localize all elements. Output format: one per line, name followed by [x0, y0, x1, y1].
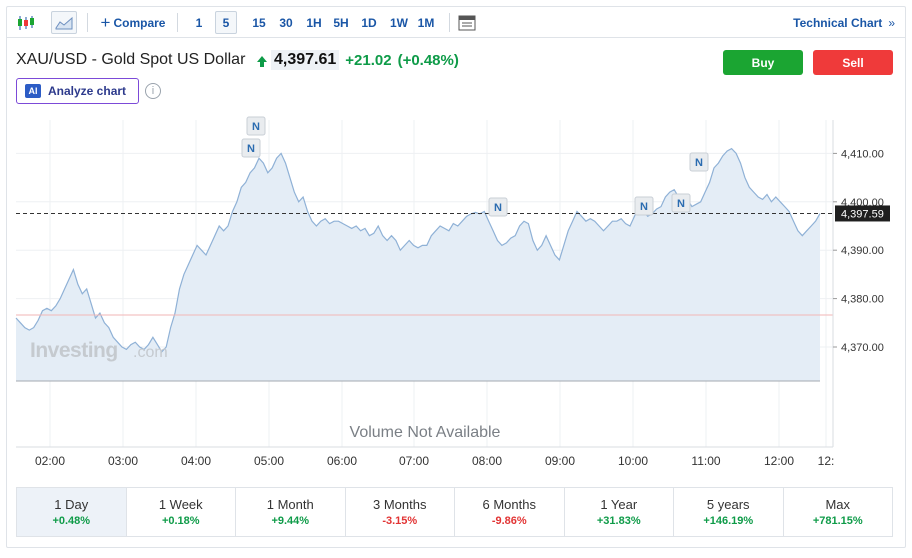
range-6-months[interactable]: 6 Months -9.86% [455, 488, 565, 536]
range-change: +0.18% [161, 515, 200, 527]
range-label: 1 Month [266, 497, 314, 512]
x-tick-label: 04:00 [181, 454, 211, 468]
range-label: 1 Day [54, 497, 89, 512]
range-label: 3 Months [373, 497, 427, 512]
price-chart[interactable]: 4,410.004,400.004,390.004,380.004,370.00… [0, 0, 912, 486]
range-max[interactable]: Max +781.15% [784, 488, 893, 536]
y-tick-label: 4,370.00 [841, 342, 884, 354]
current-price-label: 4,397.59 [841, 208, 884, 220]
range-5-years[interactable]: 5 years +146.19% [674, 488, 784, 536]
range-label: 1 Week [158, 497, 203, 512]
range-1-day[interactable]: 1 Day +0.48% [17, 488, 127, 536]
range-change: -9.86% [491, 515, 527, 527]
range-1-year[interactable]: 1 Year +31.83% [565, 488, 674, 536]
range-label: 6 Months [482, 497, 536, 512]
range-change: +9.44% [271, 515, 310, 527]
x-tick-label: 08:00 [472, 454, 502, 468]
x-tick-label: 09:00 [545, 454, 575, 468]
news-marker-label: N [252, 121, 260, 133]
y-tick-label: 4,390.00 [841, 245, 884, 257]
range-1-week[interactable]: 1 Week +0.18% [127, 488, 236, 536]
range-1-month[interactable]: 1 Month +9.44% [236, 488, 346, 536]
range-3-months[interactable]: 3 Months -3.15% [346, 488, 455, 536]
y-tick-label: 4,410.00 [841, 148, 884, 160]
x-tick-label: 05:00 [254, 454, 284, 468]
x-tick-label: 10:00 [618, 454, 648, 468]
investing-watermark: Investing [30, 339, 118, 362]
x-tick-label: 06:00 [327, 454, 357, 468]
investing-watermark-suffix: .com [133, 344, 168, 361]
range-change: +781.15% [812, 515, 863, 527]
range-change: -3.15% [382, 515, 418, 527]
time-range-selector: 1 Day +0.48% 1 Week +0.18% 1 Month +9.44% 3 Mo… [16, 487, 893, 537]
range-change: +31.83% [596, 515, 641, 527]
range-change: +0.48% [52, 515, 91, 527]
y-tick-label: 4,380.00 [841, 294, 884, 306]
x-tick-label: 02:00 [35, 454, 65, 468]
x-tick-label: 03:00 [108, 454, 138, 468]
range-change: +146.19% [703, 515, 754, 527]
x-tick-label: 11:00 [691, 454, 720, 468]
volume-not-available-text: Volume Not Available [350, 424, 501, 441]
news-marker-label: N [640, 201, 648, 213]
news-marker-label: N [695, 157, 703, 169]
news-marker-label: N [247, 143, 255, 155]
x-tick-label: 07:00 [399, 454, 429, 468]
news-marker-label: N [677, 198, 685, 210]
range-label: Max [825, 497, 851, 512]
news-marker-label: N [494, 202, 502, 214]
x-tick-label: 12:00 [764, 454, 794, 468]
x-tick-label: 12: [818, 454, 835, 468]
range-label: 1 Year [600, 497, 638, 512]
range-label: 5 years [706, 497, 750, 512]
